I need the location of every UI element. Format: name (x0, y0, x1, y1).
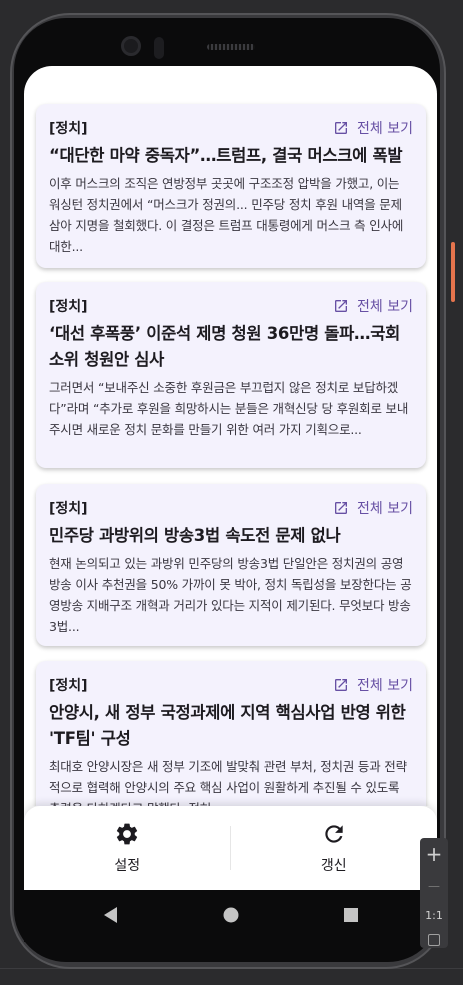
view-full-link[interactable]: 전체 보기 (333, 296, 413, 316)
power-button[interactable] (451, 242, 455, 302)
news-summary: 그러면서 “보내주신 소중한 후원금은 부끄럽지 않은 정치로 보답하겠다”라며… (49, 380, 409, 437)
emulator-zoom-panel: + — 1:1 (420, 838, 448, 948)
news-card[interactable]: [정치] 전체 보기 민주당 과방위의 방송3법 속도전 문제 없나 현재 논의… (36, 484, 426, 646)
settings-label: 설정 (114, 858, 141, 874)
view-full-label: 전체 보기 (357, 299, 413, 315)
view-full-label: 전체 보기 (357, 121, 413, 137)
news-category: [정치] (49, 299, 88, 315)
view-full-link[interactable]: 전체 보기 (333, 498, 413, 518)
recents-icon[interactable] (342, 906, 360, 924)
news-category: [정치] (49, 501, 88, 517)
refresh-button[interactable]: 갱신 (231, 806, 438, 890)
news-title: ‘대선 후폭풍’ 이준석 제명 청원 36만명 돌파…국회 소위 청원안 심사 (49, 324, 401, 369)
news-summary: 이후 머스크의 조직은 연방정부 곳곳에 구조조정 압박을 가했고, 이는 워싱… (49, 176, 404, 254)
news-category: [정치] (49, 678, 88, 694)
news-title: “대단한 마약 중독자”…트럼프, 결국 머스크에 폭발 (49, 146, 403, 165)
news-feed[interactable]: [정치] 전체 보기 “대단한 마약 중독자”…트럼프, 결국 머스크에 폭발 … (24, 66, 437, 806)
open-external-icon (335, 502, 348, 514)
news-summary: 최대호 안양시장은 새 정부 기조에 발맞춰 관련 부처, 정치권 등과 전략적… (49, 759, 407, 806)
app-screen: [정치] 전체 보기 “대단한 마약 중독자”…트럼프, 결국 머스크에 폭발 … (24, 66, 437, 890)
view-full-label: 전체 보기 (357, 501, 413, 517)
speaker-grille (207, 44, 255, 50)
back-icon[interactable] (102, 906, 120, 924)
news-card[interactable]: [정치] 전체 보기 안양시, 새 정부 국정과제에 지역 핵심사업 반영 위한… (36, 661, 426, 806)
settings-button[interactable]: 설정 (24, 806, 231, 890)
bottom-navigation: 설정 갱신 (24, 806, 437, 890)
news-card[interactable]: [정치] 전체 보기 “대단한 마약 중독자”…트럼프, 결국 머스크에 폭발 … (36, 104, 426, 268)
news-summary: 현재 논의되고 있는 과방위 민주당의 방송3법 단일안은 정치권의 공영방송 … (49, 556, 412, 634)
refresh-icon (325, 825, 343, 843)
gear-icon (117, 823, 138, 845)
sensor-icon (154, 37, 164, 59)
zoom-out-button[interactable]: — (420, 870, 448, 902)
news-card[interactable]: [정치] 전체 보기 ‘대선 후폭풍’ 이준석 제명 청원 36만명 돌파…국회… (36, 282, 426, 468)
home-icon[interactable] (222, 906, 240, 924)
open-external-icon (335, 679, 348, 691)
open-external-icon (335, 122, 348, 134)
news-category: [정치] (49, 121, 88, 137)
front-camera-icon (121, 36, 141, 56)
news-title: 민주당 과방위의 방송3법 속도전 문제 없나 (49, 526, 341, 545)
view-full-label: 전체 보기 (357, 678, 413, 694)
zoom-in-button[interactable]: + (420, 838, 448, 870)
open-external-icon (335, 300, 348, 312)
system-navigation-bar (24, 890, 437, 942)
zoom-ratio-button[interactable]: 1:1 (425, 906, 443, 932)
news-title: 안양시, 새 정부 국정과제에 지역 핵심사업 반영 위한 'TF팀' 구성 (49, 703, 406, 748)
fit-screen-icon[interactable] (428, 934, 440, 946)
refresh-label: 갱신 (320, 858, 347, 874)
view-full-link[interactable]: 전체 보기 (333, 118, 413, 138)
view-full-link[interactable]: 전체 보기 (333, 675, 413, 695)
